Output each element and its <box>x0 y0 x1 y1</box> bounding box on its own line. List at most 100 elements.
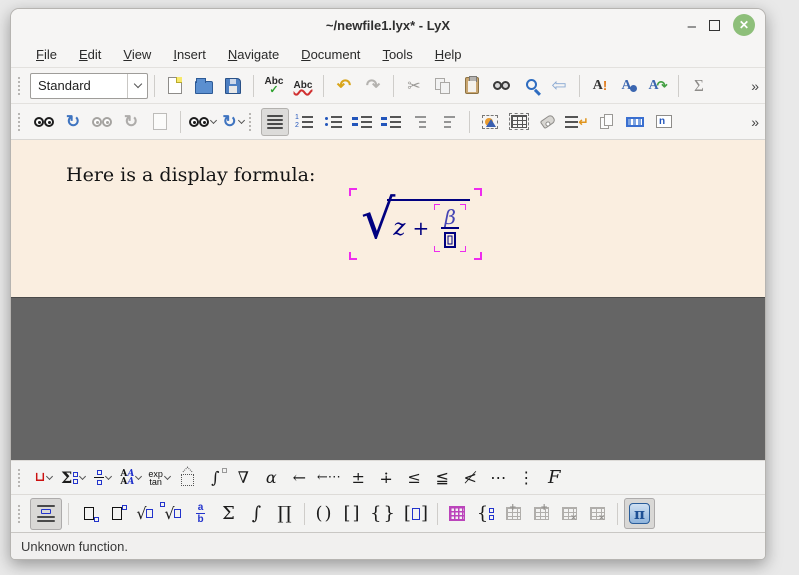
bullet-list-button[interactable] <box>319 108 347 136</box>
update-master-button[interactable]: ↻ <box>117 108 145 136</box>
insert-note-button[interactable]: n <box>650 108 678 136</box>
noun-style-button[interactable]: A <box>615 72 643 100</box>
toolbar-grip[interactable] <box>18 77 24 95</box>
math-fraction-menu-button[interactable] <box>89 464 116 492</box>
brackets-button[interactable]: [] <box>339 500 366 528</box>
matrix-button[interactable] <box>444 500 471 528</box>
math-pm-button[interactable]: ± <box>345 464 372 492</box>
math-dotplus-button[interactable]: ∔ <box>373 464 400 492</box>
undo-button[interactable]: ↶ <box>330 72 358 100</box>
view-other-formats-button[interactable] <box>187 108 218 136</box>
superscript-button[interactable] <box>103 500 130 528</box>
math-dash-arrow-button[interactable]: ←⋯ <box>314 464 344 492</box>
minimize-button[interactable]: – <box>688 22 696 32</box>
delete-column-button[interactable]: × <box>584 500 611 528</box>
paste-button[interactable] <box>458 72 486 100</box>
view-source-button[interactable] <box>146 108 174 136</box>
increase-depth-button[interactable] <box>406 108 434 136</box>
save-button[interactable] <box>219 72 247 100</box>
math-leqq-button[interactable]: ≦ <box>429 464 456 492</box>
toolbar-grip[interactable] <box>18 469 24 487</box>
combo-dropdown[interactable] <box>127 74 147 98</box>
update-button[interactable]: ↻ <box>59 108 87 136</box>
math-formula[interactable]: √ z + β <box>361 198 470 250</box>
toolbar-grip[interactable] <box>18 113 24 131</box>
insert-pagebreak-button[interactable] <box>592 108 620 136</box>
menu-help[interactable]: Help <box>426 45 471 64</box>
sqrt-button[interactable]: √ <box>131 500 158 528</box>
update-other-formats-button[interactable]: ↻ <box>219 108 247 136</box>
open-document-button[interactable] <box>190 72 218 100</box>
product-button[interactable]: ∏ <box>271 500 298 528</box>
insert-float-button[interactable]: ↵ <box>563 108 591 136</box>
parentheses-button[interactable]: () <box>311 500 338 528</box>
toolbar-grip[interactable] <box>249 113 255 131</box>
math-greek-button[interactable]: α <box>258 464 285 492</box>
menu-edit[interactable]: Edit <box>70 45 110 64</box>
add-row-button[interactable]: + <box>500 500 527 528</box>
toolbar-grip[interactable] <box>18 505 24 523</box>
menu-navigate[interactable]: Navigate <box>219 45 288 64</box>
menu-insert[interactable]: Insert <box>164 45 215 64</box>
braces-button[interactable]: {} <box>367 500 400 528</box>
math-decoration-button[interactable] <box>174 464 201 492</box>
math-arrow-button[interactable]: ← <box>286 464 313 492</box>
subscript-button[interactable] <box>75 500 102 528</box>
new-document-button[interactable] <box>161 72 189 100</box>
decrease-depth-button[interactable] <box>435 108 463 136</box>
paragraph-text[interactable]: Here is a display formula: <box>66 164 315 186</box>
math-le-button[interactable]: ≤ <box>401 464 428 492</box>
delimiters-button[interactable]: [ ] <box>401 500 431 528</box>
emphasis-button[interactable]: A ! <box>586 72 614 100</box>
insert-graphics-button[interactable] <box>476 108 504 136</box>
close-button[interactable]: ✕ <box>733 14 755 36</box>
math-nless-button[interactable]: ≮ <box>457 464 484 492</box>
search-button[interactable] <box>516 72 544 100</box>
cut-button[interactable]: ✂ <box>400 72 428 100</box>
fraction-button[interactable]: ab <box>187 500 214 528</box>
paragraph-style-combo[interactable]: Standard <box>30 73 148 99</box>
sum-button[interactable]: Σ <box>215 500 242 528</box>
add-column-button[interactable]: + <box>528 500 555 528</box>
math-int-limits-button[interactable]: ∫ <box>202 464 229 492</box>
document-workarea[interactable]: Here is a display formula: √ z + β <box>11 139 765 297</box>
math-mode-button[interactable]: Σ <box>685 72 713 100</box>
toolbar-overflow-button[interactable]: » <box>751 114 759 130</box>
toolbar-overflow-button[interactable]: » <box>751 78 759 94</box>
math-font-menu-button[interactable]: AA AA <box>117 464 144 492</box>
navigate-back-button[interactable]: ⇦ <box>545 72 573 100</box>
view-master-button[interactable] <box>88 108 116 136</box>
display-formula-toggle-button[interactable] <box>30 498 62 530</box>
menu-view[interactable]: View <box>114 45 160 64</box>
insert-table-button[interactable] <box>505 108 533 136</box>
math-panel-toggle-button[interactable]: π <box>624 498 655 529</box>
continuous-spellcheck-button[interactable]: Abc <box>289 72 317 100</box>
insert-box-button[interactable] <box>621 108 649 136</box>
math-frak-button[interactable]: F <box>541 464 568 492</box>
display-formula-inset[interactable]: √ z + β <box>349 188 482 260</box>
root-button[interactable]: √ <box>159 500 186 528</box>
spellcheck-button[interactable]: Abc ✓ <box>260 72 288 100</box>
maximize-button[interactable] <box>709 20 720 31</box>
copy-button[interactable] <box>429 72 457 100</box>
redo-button[interactable]: ↷ <box>359 72 387 100</box>
apply-style-button[interactable]: A ↷ <box>644 72 672 100</box>
formula-fraction[interactable]: β <box>436 206 464 250</box>
integral-button[interactable]: ∫ <box>243 500 270 528</box>
menu-file[interactable]: File <box>27 45 66 64</box>
paragraph-justified-button[interactable] <box>261 108 289 136</box>
empty-placeholder-box[interactable] <box>444 232 456 248</box>
view-button[interactable] <box>30 108 58 136</box>
numbered-list-button[interactable]: 12 <box>290 108 318 136</box>
math-cdots-button[interactable]: ⋯ <box>485 464 512 492</box>
menu-document[interactable]: Document <box>292 45 369 64</box>
math-sum-limits-menu-button[interactable]: Σ <box>58 464 88 492</box>
insert-label-button[interactable] <box>534 108 562 136</box>
cases-button[interactable]: { <box>472 500 499 528</box>
math-space-menu-button[interactable]: ⊔ <box>30 464 57 492</box>
labeled-list-button[interactable] <box>348 108 376 136</box>
delete-row-button[interactable]: × <box>556 500 583 528</box>
math-nabla-button[interactable]: ∇ <box>230 464 257 492</box>
titlebar[interactable]: ~/newfile1.lyx* - LyX – ✕ <box>11 9 765 41</box>
math-vdots-button[interactable]: ⋮ <box>513 464 540 492</box>
